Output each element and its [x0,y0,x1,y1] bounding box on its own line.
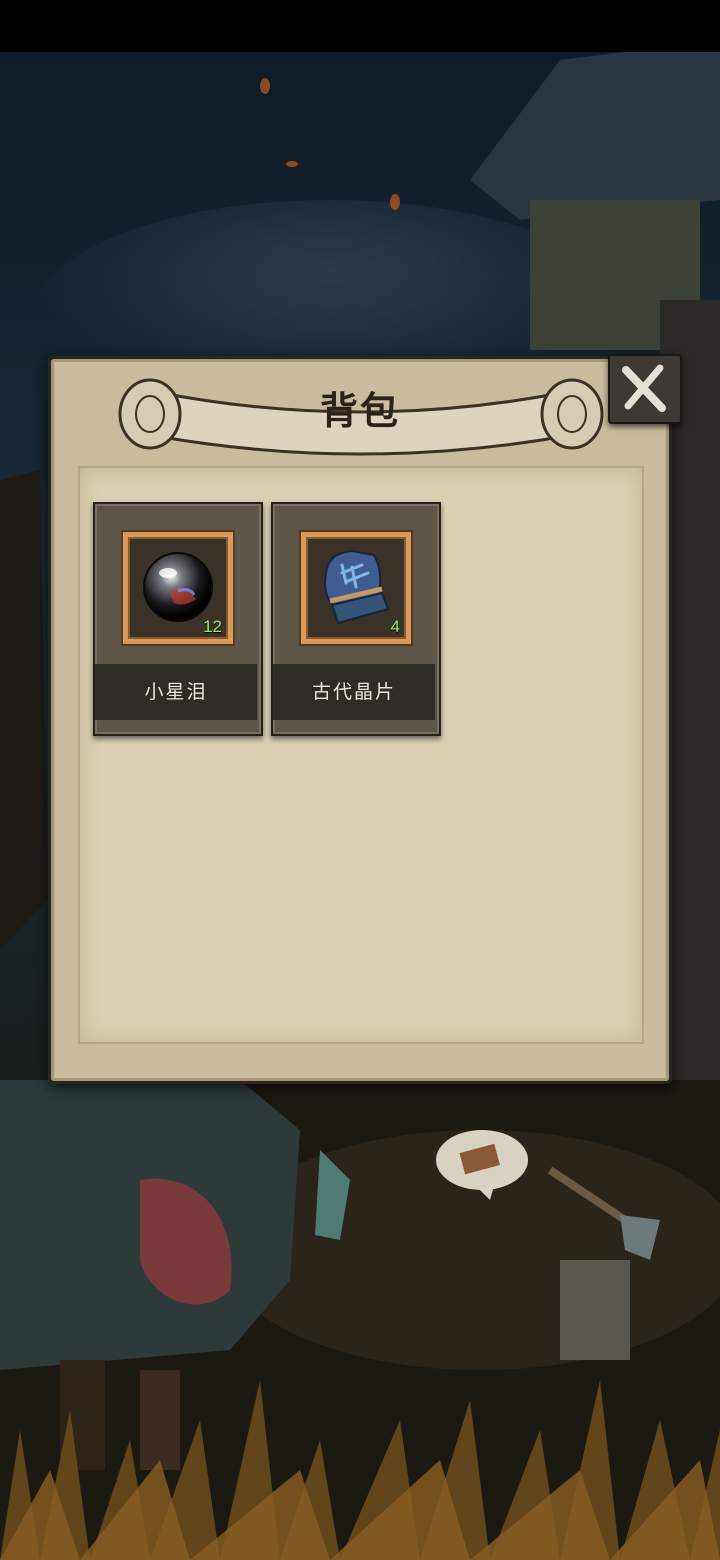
item-count: 4 [390,617,400,636]
item-count: 12 [203,617,222,636]
item-icon-frame: 12 [123,532,233,644]
item-label: 小星泪 [144,681,208,703]
close-button[interactable] [608,354,682,424]
item-label: 古代晶片 [311,681,396,703]
ancient-crystal-shard-icon [324,549,390,625]
item-icon-frame: 4 [301,532,411,644]
status-bar-area [0,0,720,52]
inventory-item-ancient-crystal[interactable]: 4 古代晶片 [271,502,441,736]
inventory-item-star-tear[interactable]: 12 小星泪 [93,502,263,736]
close-x-icon [622,364,666,412]
